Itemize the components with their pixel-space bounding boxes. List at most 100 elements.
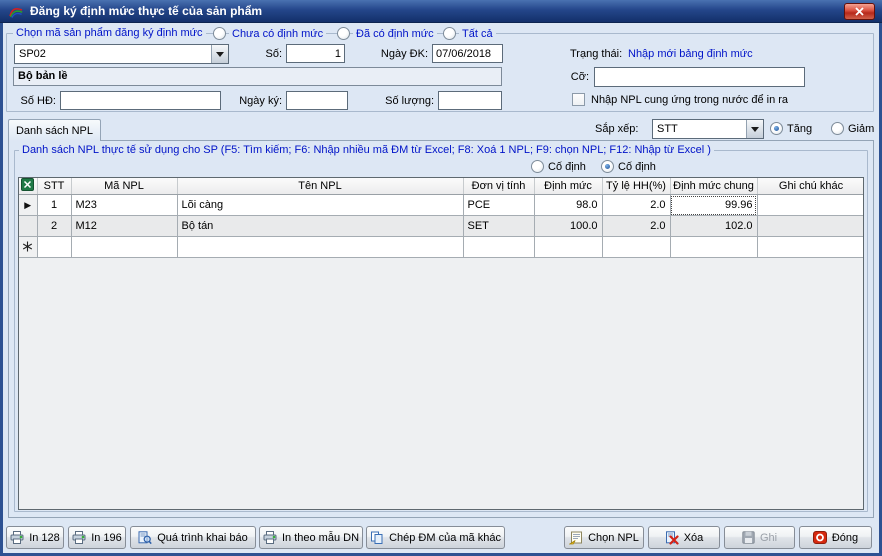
product-code-combo[interactable]: SP02: [14, 44, 229, 64]
cell-empty[interactable]: [602, 237, 670, 258]
excel-icon: [21, 178, 34, 191]
co-input[interactable]: [594, 67, 805, 87]
radio-da-co-dinh-muc[interactable]: [337, 27, 350, 40]
close-button[interactable]: [844, 3, 875, 20]
column-header-ghi-chu[interactable]: Ghi chú khác: [757, 178, 864, 195]
cell-stt[interactable]: 2: [37, 216, 71, 237]
so-hd-label: Số HĐ:: [14, 95, 56, 108]
dong-button[interactable]: Đóng: [799, 526, 872, 549]
row-header[interactable]: [19, 216, 37, 237]
column-header-don-vi-tinh[interactable]: Đơn vị tính: [463, 178, 534, 195]
radio-tang[interactable]: [770, 122, 783, 135]
qua-trinh-khai-bao-button[interactable]: Quá trình khai báo: [130, 526, 256, 549]
ngay-ky-label: Ngày ký:: [234, 95, 282, 108]
dropdown-button[interactable]: [211, 45, 228, 63]
column-header-ma-npl[interactable]: Mã NPL: [71, 178, 177, 195]
chon-npl-button[interactable]: Chọn NPL: [564, 526, 644, 549]
cell-ten-npl[interactable]: Lõi càng: [177, 195, 463, 216]
npl-cung-ung-checkbox[interactable]: [572, 93, 585, 106]
in-196-button[interactable]: In 196: [68, 526, 126, 549]
cell-ma-npl[interactable]: M12: [71, 216, 177, 237]
cell-ty-le-hh[interactable]: 2.0: [602, 195, 670, 216]
chevron-down-icon: [751, 127, 759, 132]
current-row-indicator[interactable]: ▶: [19, 195, 37, 216]
excel-export-corner[interactable]: [19, 178, 37, 195]
cell-dinh-muc-chung-selected[interactable]: 99.96: [670, 195, 757, 216]
radio-co-dinh-right-label: Cố định: [618, 161, 656, 174]
product-name-box: Bộ bản lề: [13, 67, 502, 86]
radio-tat-ca[interactable]: [443, 27, 456, 40]
new-row-indicator[interactable]: [19, 237, 37, 258]
cell-empty[interactable]: [37, 237, 71, 258]
button-label: Ghi: [760, 532, 777, 544]
radio-tang-label: Tăng: [787, 123, 812, 136]
ngay-dk-label: Ngày ĐK:: [372, 48, 428, 61]
cell-don-vi-tinh[interactable]: SET: [463, 216, 534, 237]
radio-co-dinh-left[interactable]: [531, 160, 544, 173]
in-128-button[interactable]: In 128: [6, 526, 64, 549]
column-header-ten-npl[interactable]: Tên NPL: [177, 178, 463, 195]
so-hd-input[interactable]: [60, 91, 221, 110]
printer-icon: [263, 531, 277, 544]
table-header-row: STT Mã NPL Tên NPL Đơn vị tính Định mức …: [19, 178, 864, 195]
printer-icon: [72, 531, 86, 544]
radio-giam[interactable]: [831, 122, 844, 135]
cell-stt[interactable]: 1: [37, 195, 71, 216]
so-input[interactable]: [286, 44, 345, 63]
column-header-stt[interactable]: STT: [37, 178, 71, 195]
delete-icon: [665, 531, 679, 545]
cell-ten-npl[interactable]: Bộ tán: [177, 216, 463, 237]
product-group-title: Chọn mã sản phẩm đăng ký định mức: [13, 27, 206, 40]
button-label: In 128: [29, 532, 60, 544]
save-icon: [742, 531, 755, 544]
button-label: Chép ĐM của mã khác: [389, 532, 501, 544]
cell-empty[interactable]: [757, 237, 864, 258]
dropdown-button[interactable]: [746, 120, 763, 138]
in-theo-mau-dn-button[interactable]: In theo mẫu DN: [259, 526, 363, 549]
cell-ty-le-hh[interactable]: 2.0: [602, 216, 670, 237]
cell-ghi-chu[interactable]: [757, 216, 864, 237]
cell-dinh-muc-chung[interactable]: 102.0: [670, 216, 757, 237]
app-window: Đăng ký định mức thực tế của sản phẩm Ch…: [0, 0, 882, 556]
close-power-icon: [813, 531, 827, 544]
chep-dm-button[interactable]: Chép ĐM của mã khác: [366, 526, 505, 549]
process-search-icon: [138, 531, 152, 545]
radio-chua-co-dinh-muc[interactable]: [213, 27, 226, 40]
xoa-button[interactable]: Xóa: [648, 526, 720, 549]
tab-danh-sach-npl[interactable]: Danh sách NPL: [8, 119, 101, 141]
column-header-dinh-muc[interactable]: Định mức: [534, 178, 602, 195]
cell-ghi-chu[interactable]: [757, 195, 864, 216]
npl-group-title: Danh sách NPL thực tế sử dụng cho SP (F5…: [19, 144, 714, 157]
cell-empty[interactable]: [177, 237, 463, 258]
ngay-dk-input[interactable]: [432, 44, 503, 63]
column-header-dinh-muc-chung[interactable]: Định mức chung: [670, 178, 757, 195]
radio-co-dinh-right[interactable]: [601, 160, 614, 173]
sort-value: STT: [653, 120, 746, 138]
cell-dinh-muc[interactable]: 98.0: [534, 195, 602, 216]
trang-thai-value: Nhập mới bảng định mức: [628, 48, 753, 61]
printer-icon: [10, 531, 24, 544]
cell-ma-npl[interactable]: M23: [71, 195, 177, 216]
trang-thai-label: Trạng thái:: [570, 48, 622, 61]
cell-don-vi-tinh[interactable]: PCE: [463, 195, 534, 216]
radio-chua-co-dinh-muc-label: Chưa có định mức: [229, 28, 326, 41]
cell-empty[interactable]: [463, 237, 534, 258]
column-header-ty-le-hh[interactable]: Tỷ lệ HH(%): [602, 178, 670, 195]
so-luong-input[interactable]: [438, 91, 502, 110]
sort-combo[interactable]: STT: [652, 119, 764, 139]
button-label: Quá trình khai báo: [157, 532, 248, 544]
cell-empty[interactable]: [71, 237, 177, 258]
npl-table: STT Mã NPL Tên NPL Đơn vị tính Định mức …: [19, 178, 864, 258]
cell-dinh-muc[interactable]: 100.0: [534, 216, 602, 237]
button-label: In 196: [91, 532, 122, 544]
select-form-icon: [569, 531, 583, 545]
button-label: Đóng: [832, 532, 858, 544]
cell-empty[interactable]: [670, 237, 757, 258]
npl-cung-ung-checkbox-label: Nhập NPL cung ứng trong nước để in ra: [591, 94, 788, 107]
button-label: Chọn NPL: [588, 532, 639, 544]
table-row: ▶ 1 M23 Lõi càng PCE 98.0 2.0 99.96: [19, 195, 864, 216]
close-icon: [855, 7, 864, 16]
ngay-ky-input[interactable]: [286, 91, 348, 110]
cell-empty[interactable]: [534, 237, 602, 258]
ghi-button[interactable]: Ghi: [724, 526, 795, 549]
